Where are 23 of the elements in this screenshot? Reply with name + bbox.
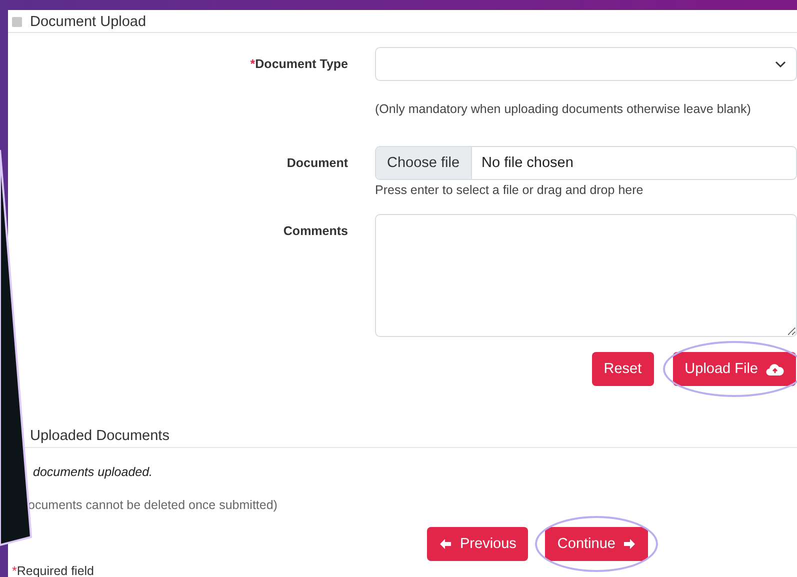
upload-file-button[interactable]: Upload File	[672, 352, 796, 386]
chevron-down-icon	[775, 60, 786, 68]
section-title: Uploaded Documents	[30, 428, 170, 444]
empty-message: documents uploaded.	[32, 465, 154, 479]
field-label: Comments	[282, 223, 348, 240]
document-type-select[interactable]	[375, 47, 797, 81]
field-label: Document	[286, 155, 348, 172]
reset-button[interactable]: Reset	[592, 352, 654, 386]
hint-text: (Only mandatory when uploading documents otherwise leave blank)	[375, 102, 752, 116]
previous-button[interactable]: Previous	[427, 527, 528, 561]
file-input[interactable]: Choose file No file chosen	[375, 146, 797, 180]
section-icon	[12, 17, 22, 27]
arrow-left-icon	[439, 538, 452, 550]
comments-field[interactable]	[375, 214, 797, 337]
arrow-right-icon	[623, 538, 636, 550]
file-status-text: No file chosen	[480, 154, 574, 173]
continue-button[interactable]: Continue	[545, 527, 648, 561]
note-text: ocuments cannot be deleted once submitted)	[27, 498, 278, 512]
help-text: Press enter to select a file or drag and drop here	[375, 183, 644, 197]
cloud-upload-icon	[766, 362, 784, 376]
field-label: *Document Type	[249, 56, 348, 73]
section-title: Document Upload	[30, 14, 146, 30]
choose-file-button[interactable]: Choose file	[376, 147, 472, 179]
